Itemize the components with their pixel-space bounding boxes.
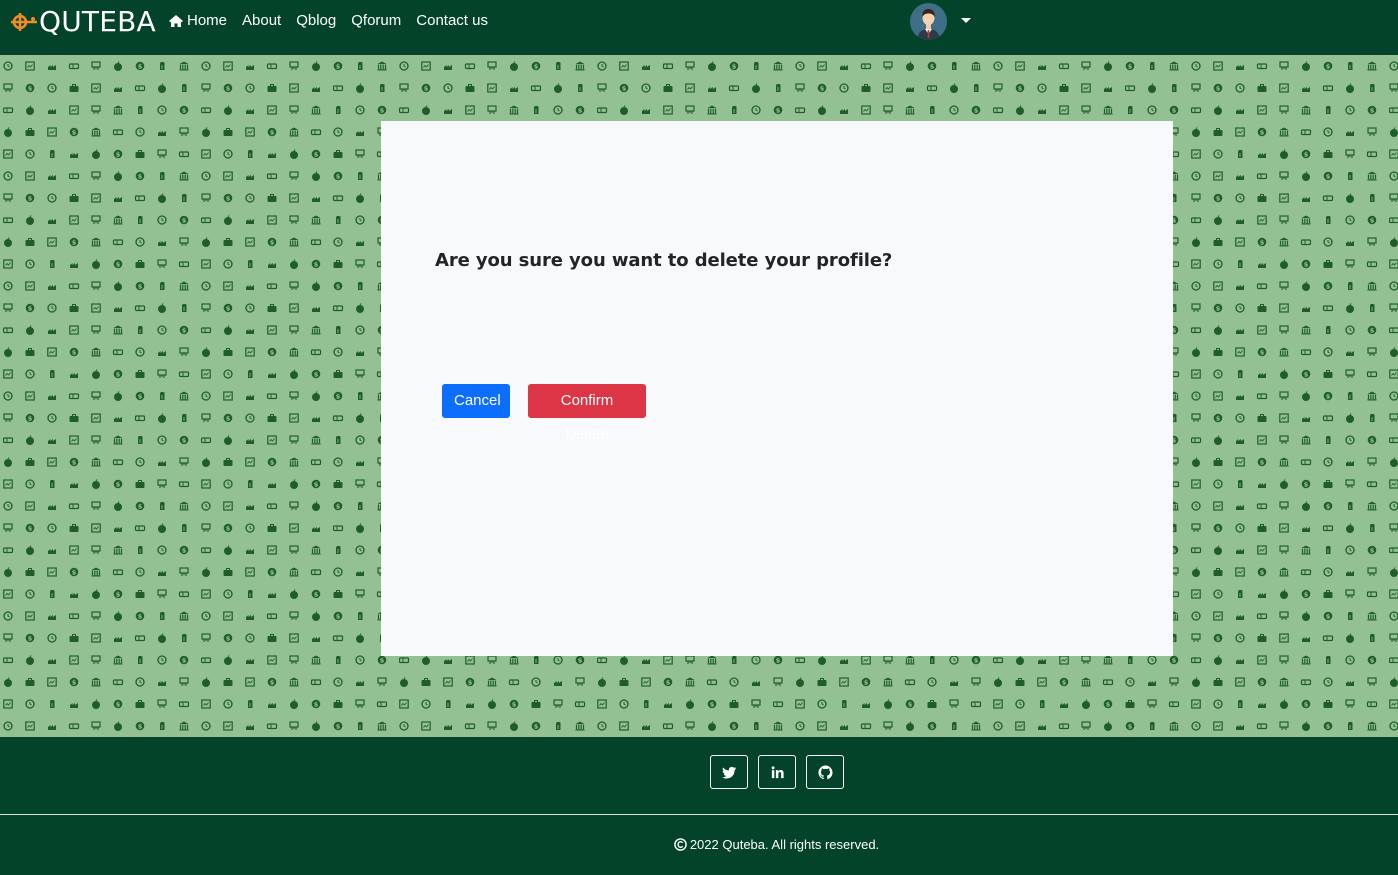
nav-home-label: Home — [187, 12, 228, 29]
nav-links: Home About Qblog Qforum Contact us — [168, 12, 503, 30]
nav-contact[interactable]: Contact us — [416, 12, 488, 30]
confirm-delete-button[interactable]: Confirm Delete — [528, 384, 646, 443]
caret-down-icon[interactable] — [961, 18, 971, 23]
avatar[interactable] — [910, 3, 947, 40]
footer: 2022 Quteba. All rights reserved. — [0, 737, 1398, 875]
user-avatar-icon — [910, 3, 947, 40]
brand-name: QUTEBA — [39, 5, 156, 38]
github-button[interactable] — [806, 755, 844, 789]
user-menu[interactable] — [910, 3, 971, 40]
quteba-logo-icon — [11, 13, 37, 31]
delete-profile-card: Are you sure you want to delete your pro… — [381, 121, 1173, 656]
pattern-background: $ Are you sure you want to delete your p… — [0, 55, 1398, 737]
nav-qblog[interactable]: Qblog — [296, 12, 336, 30]
copyright: 2022 Quteba. All rights reserved. — [0, 837, 1398, 852]
home-icon — [169, 15, 183, 27]
nav-about[interactable]: About — [242, 12, 281, 30]
cancel-button[interactable]: Cancel — [442, 384, 510, 418]
twitter-button[interactable] — [710, 755, 748, 789]
nav-home[interactable]: Home — [168, 12, 227, 30]
navbar: QUTEBA Home About Qblog Qforum Contact u… — [0, 0, 1398, 55]
linkedin-icon — [771, 765, 784, 778]
nav-qforum[interactable]: Qforum — [351, 12, 401, 30]
twitter-icon — [721, 766, 736, 778]
social-links — [710, 755, 854, 789]
github-icon — [817, 764, 833, 779]
delete-confirmation-text: Are you sure you want to delete your pro… — [435, 250, 893, 271]
linkedin-button[interactable] — [758, 755, 796, 789]
brand-link[interactable]: QUTEBA — [10, 6, 156, 38]
copyright-text: 2022 Quteba. All rights reserved. — [689, 837, 880, 852]
footer-divider — [0, 814, 1398, 815]
copyright-icon — [674, 838, 687, 851]
